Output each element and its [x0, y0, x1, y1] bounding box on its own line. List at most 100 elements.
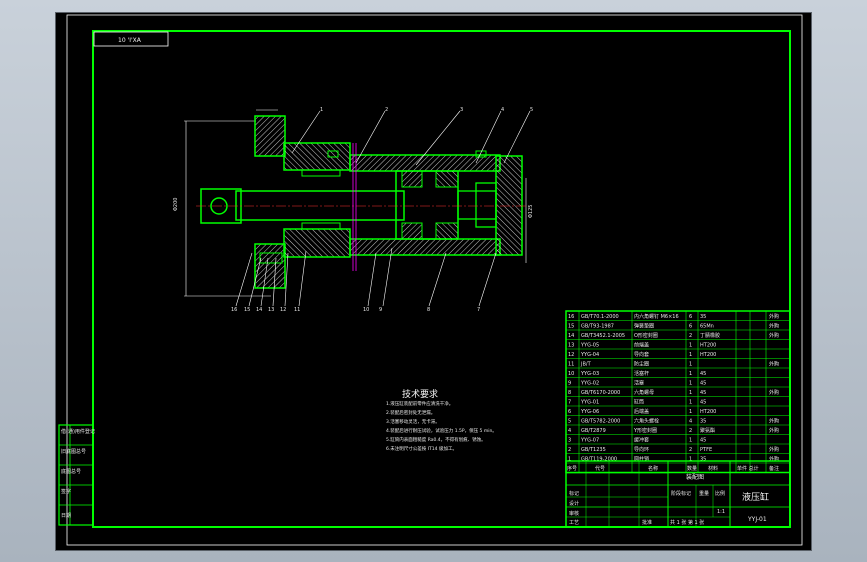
tech-requirements: 技术要求 1.液压缸装配前零件应清洗干净。 2.装配后密封处无泄漏。 3.活塞移… [386, 388, 497, 452]
bom-header-qty: 数量 [687, 465, 697, 472]
bom-qty: 6 [689, 314, 692, 320]
tech-line-2: 2.装配后密封处无泄漏。 [386, 409, 435, 416]
bom-code: GB/T5782-2000 [581, 419, 620, 425]
designer-label: 设计 [569, 500, 579, 507]
bom-no: 11 [568, 362, 574, 368]
drawing-no: YYJ-01 [747, 516, 767, 523]
tech-line-4: 4.装配后进行耐压试验，试验压力 1.5P，保压 5 min。 [386, 427, 497, 434]
callout-top-3: 3 [460, 107, 463, 113]
bom-name: Y形密封圈 [633, 427, 657, 434]
bom-no: 2 [568, 447, 571, 453]
bom-qty: 1 [689, 381, 692, 387]
bom-name: 活塞 [634, 380, 644, 387]
bom-material: 丁腈橡胶 [700, 332, 720, 339]
bom-name: 缓冲套 [634, 437, 649, 444]
strip-label-2: 底图总号 [61, 468, 81, 475]
inner-border [92, 30, 791, 528]
bom-qty: 2 [689, 428, 692, 434]
approve-label: 批准 [642, 519, 652, 526]
scale-label: 比例 [715, 490, 725, 497]
bom-code: GB/T70.1-2000 [581, 314, 619, 320]
bom-qty: 1 [689, 343, 692, 349]
tech-line-6: 6.未注明尺寸公差按 IT14 级加工。 [386, 445, 457, 452]
weight-label: 重量 [699, 490, 709, 497]
bom-no: 5 [568, 419, 571, 425]
bom-name: O形密封圈 [634, 332, 658, 339]
strip-label-3: 签字 [61, 488, 71, 495]
bom-note: 外购 [769, 389, 779, 396]
bom-code: YYG-02 [580, 381, 599, 387]
bom-note: 外购 [769, 332, 779, 339]
bom-note: 外购 [769, 361, 779, 368]
bom-name: 前端盖 [634, 342, 649, 349]
bom-note: 外购 [769, 313, 779, 320]
bom-material: 45 [700, 390, 706, 396]
scale-value: 1:1 [717, 509, 725, 515]
bom-material: 45 [700, 400, 706, 406]
bom-material: PTFE [700, 447, 712, 453]
bom-note: 外购 [769, 446, 779, 453]
bom-name: 六角头螺栓 [634, 418, 659, 425]
bom-name: 导向套 [634, 351, 649, 358]
bom-code: YYG-07 [580, 438, 599, 444]
tech-line-5: 5.缸筒内表面粗糙度 Ra0.4，不得有划痕、锈蚀。 [386, 436, 486, 443]
cad-viewport[interactable]: 10 'I'XA 借(通)用件登记 旧底图总号 底图总号 签字 日期 Φ200 … [55, 12, 812, 551]
bom-no: 10 [568, 371, 574, 377]
bom-table: 16 GB/T70.1-2000 内六角螺钉 M6×16 6 35 外购15 GB/T93-… [565, 310, 791, 474]
callout-bottom-16: 16 [231, 307, 237, 313]
bom-material: HT200 [700, 409, 716, 415]
cylinder-section-view: Φ200 Φ125 [173, 109, 534, 297]
bom-code: GB/T3452.1-2005 [581, 333, 625, 339]
bom-code: YYG-01 [580, 400, 599, 406]
bom-name: 防尘圈 [634, 361, 649, 368]
bom-no: 12 [568, 352, 574, 358]
bom-name: 六角螺母 [634, 389, 654, 396]
process-label: 工艺 [569, 520, 579, 526]
callout-bottom-10: 10 [363, 307, 369, 313]
tech-line-3: 3.活塞移动灵活，无卡滞。 [386, 418, 440, 425]
callout-bottom-8: 8 [427, 307, 430, 313]
callout-top-2: 2 [385, 107, 388, 113]
strip-label-1: 旧底图总号 [61, 448, 86, 455]
bom-no: 16 [568, 314, 574, 320]
tech-title: 技术要求 [402, 388, 438, 400]
bom-no: 4 [568, 428, 571, 434]
bom-name: 缸筒 [634, 399, 644, 406]
bom-no: 9 [568, 381, 571, 387]
part-name: 液压缸 [742, 491, 769, 503]
bom-code: YYG-06 [580, 409, 599, 415]
callout-bottom-11: 11 [294, 307, 300, 313]
bom-material: HT200 [700, 343, 716, 349]
bom-qty: 2 [689, 447, 692, 453]
bom-header-no: 序号 [567, 465, 577, 472]
bom-code: GB/T1235 [581, 447, 606, 453]
callout-top-4: 4 [501, 107, 504, 113]
bom-qty: 1 [689, 409, 692, 415]
callout-bottom-15: 15 [244, 307, 250, 313]
bom-header-weight: 单件 总计 [737, 465, 759, 472]
callout-bottom-7: 7 [477, 307, 480, 313]
bom-note: 外购 [769, 323, 779, 330]
bom-code: YYG-04 [580, 352, 599, 358]
bom-qty: 1 [689, 400, 692, 406]
bom-qty: 4 [689, 419, 692, 425]
bom-no: 7 [568, 400, 571, 406]
bom-material: 45 [700, 381, 706, 387]
bom-code: JB/T [580, 362, 592, 368]
callout-bottom-13: 13 [268, 307, 274, 313]
bom-material: 35 [700, 419, 706, 425]
bom-no: 14 [568, 333, 574, 339]
bom-no: 13 [568, 343, 574, 349]
bom-name: 后端盖 [634, 408, 649, 415]
bom-material: 聚氨酯 [700, 427, 715, 434]
bom-material: 45 [700, 371, 706, 377]
bom-no: 3 [568, 438, 571, 444]
bom-qty: 6 [689, 324, 692, 330]
bom-material: HT200 [700, 352, 716, 358]
bom-qty: 1 [689, 438, 692, 444]
bom-code: GB/T6170-2000 [581, 390, 620, 396]
assembly-label: 装配图 [686, 473, 704, 481]
sheet-count: 共 1 张 第 1 张 [670, 519, 704, 526]
bom-name: 内六角螺钉 M6×16 [634, 313, 679, 320]
tech-line-1: 1.液压缸装配前零件应清洗干净。 [386, 400, 453, 407]
